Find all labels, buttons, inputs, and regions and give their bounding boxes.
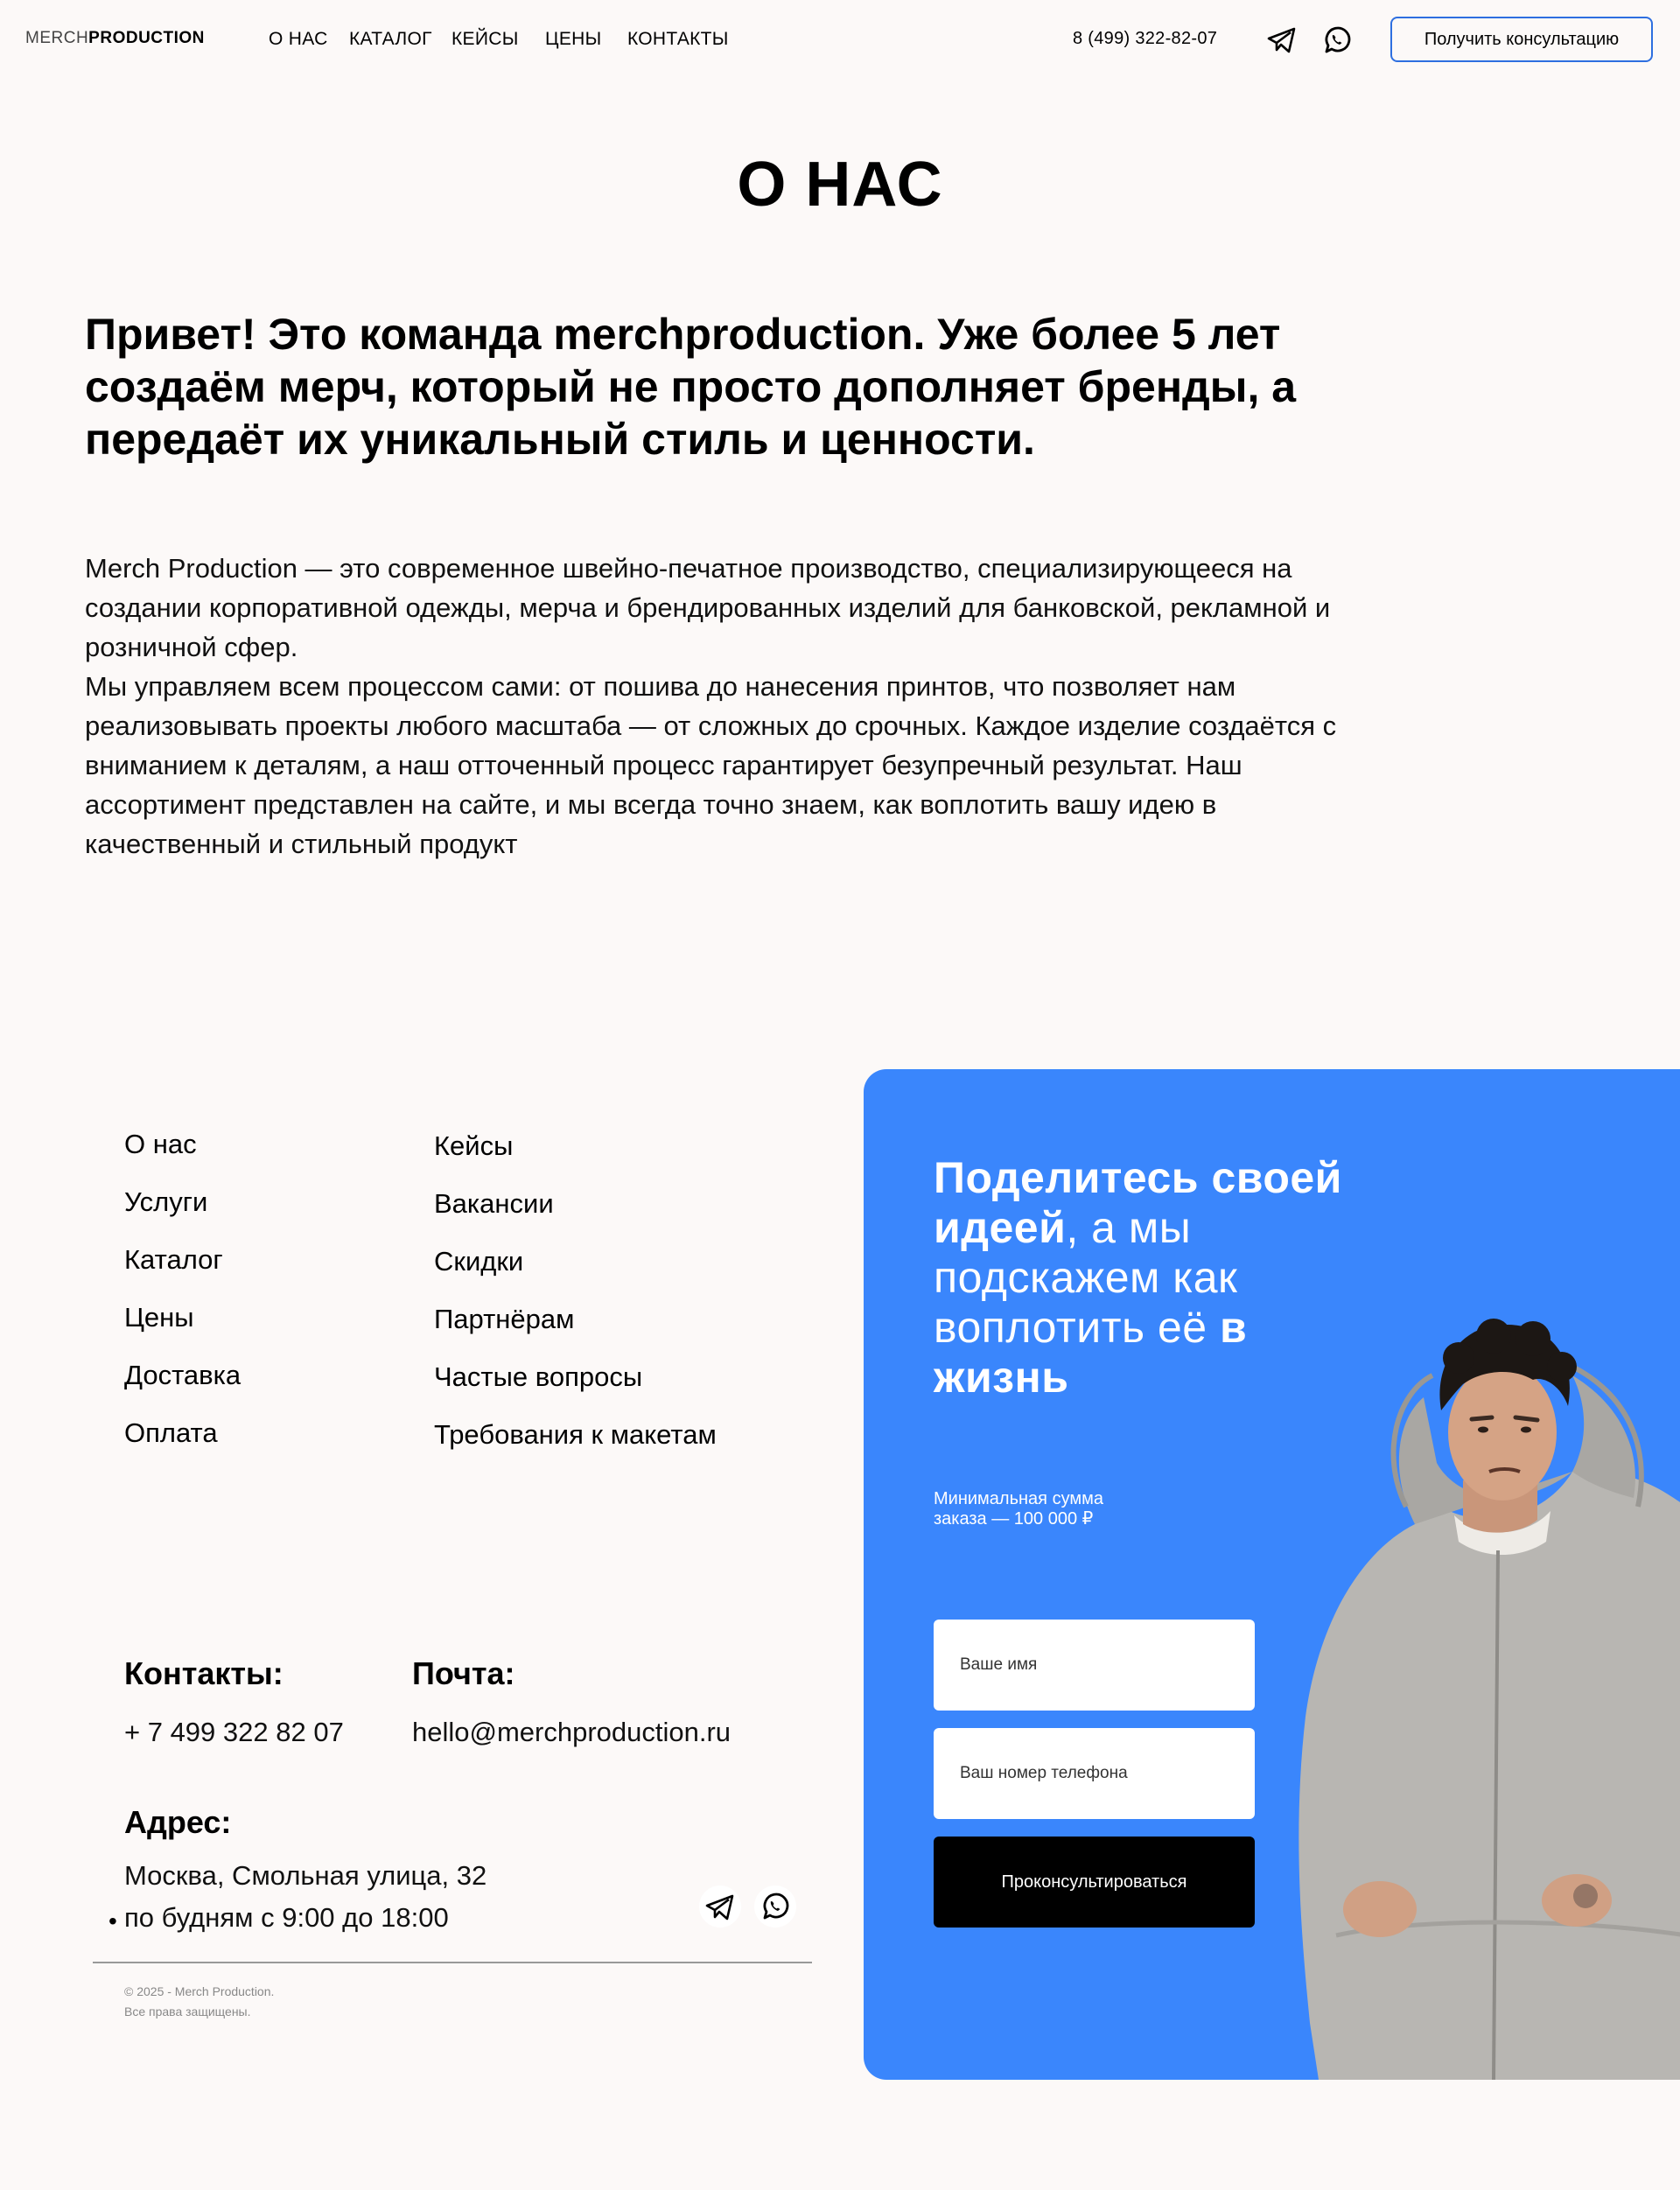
footer-link-payment[interactable]: Оплата xyxy=(124,1416,241,1473)
cta-title-comma: , xyxy=(1066,1203,1079,1252)
nav-catalog[interactable]: КАТАЛОГ xyxy=(349,29,432,50)
copyright-line-1: © 2025 - Merch Production. xyxy=(124,1984,275,1998)
address-label: Адрес: xyxy=(124,1804,232,1840)
footer-links-col-2: Кейсы Вакансии Скидки Партнёрам Частые в… xyxy=(434,1129,717,1475)
model-photo xyxy=(1298,1319,1680,2080)
nav-cases[interactable]: КЕЙСЫ xyxy=(452,29,519,50)
footer-link-discounts[interactable]: Скидки xyxy=(434,1244,717,1302)
about-paragraph-2: Мы управляем всем процессом сами: от пош… xyxy=(85,671,1337,859)
nav-contacts[interactable]: КОНТАКТЫ xyxy=(627,29,729,50)
footer-link-cases[interactable]: Кейсы xyxy=(434,1129,717,1186)
footer-whatsapp-icon[interactable] xyxy=(754,1886,796,1928)
copyright: © 2025 - Merch Production. Все права защ… xyxy=(124,1982,274,2022)
footer-link-catalog[interactable]: Каталог xyxy=(124,1242,241,1300)
footer-link-faq[interactable]: Частые вопросы xyxy=(434,1360,717,1417)
about-body: Merch Production — это современное швейн… xyxy=(85,549,1397,864)
nav-prices[interactable]: ЦЕНЫ xyxy=(545,29,602,50)
consultation-button[interactable]: Получить консультацию xyxy=(1390,17,1653,62)
footer-links-col-1: О нас Услуги Каталог Цены Доставка Оплат… xyxy=(124,1127,241,1473)
contacts-phone[interactable]: + 7 499 322 82 07 xyxy=(124,1717,344,1748)
copyright-line-2: Все права защищены. xyxy=(124,2005,251,2019)
about-lead: Привет! Это команда merchproduction. Уже… xyxy=(85,310,1297,464)
cta-panel: Поделитесь своей идеей, а мы подскажем к… xyxy=(864,1069,1680,2080)
footer-link-about[interactable]: О нас xyxy=(124,1127,241,1185)
logo-light: MERCH xyxy=(25,29,89,47)
logo-bold: PRODUCTION xyxy=(88,29,205,47)
header-phone[interactable]: 8 (499) 322-82-07 xyxy=(1073,29,1217,49)
about-paragraph-1: Merch Production — это современное швейн… xyxy=(85,553,1331,662)
hours-bullet: • xyxy=(108,1907,117,1935)
footer-link-prices[interactable]: Цены xyxy=(124,1300,241,1358)
whatsapp-icon[interactable] xyxy=(1321,24,1353,56)
page-title: О НАС xyxy=(737,150,943,220)
footer-link-partners[interactable]: Партнёрам xyxy=(434,1302,717,1360)
nav-about[interactable]: О НАС xyxy=(269,29,328,50)
footer-link-delivery[interactable]: Доставка xyxy=(124,1358,241,1416)
logo[interactable]: MERCHPRODUCTION xyxy=(25,29,205,48)
address-value: Москва, Смольная улица, 32 xyxy=(124,1860,487,1891)
min-order-note: Минимальная сумма заказа — 100 000 ₽ xyxy=(934,1489,1103,1529)
phone-input[interactable] xyxy=(934,1728,1255,1819)
name-input[interactable] xyxy=(934,1620,1255,1711)
footer-divider xyxy=(93,1962,812,1963)
consult-submit-button[interactable]: Проконсультироваться xyxy=(934,1837,1255,1928)
site-header: MERCHPRODUCTION О НАС КАТАЛОГ КЕЙСЫ ЦЕНЫ… xyxy=(0,0,1680,80)
footer-link-vacancies[interactable]: Вакансии xyxy=(434,1186,717,1244)
working-hours: по будням с 9:00 до 18:00 xyxy=(124,1902,449,1933)
contacts-label: Контакты: xyxy=(124,1655,284,1691)
mail-label: Почта: xyxy=(412,1655,515,1691)
mail-value[interactable]: hello@merchproduction.ru xyxy=(412,1717,731,1748)
telegram-icon[interactable] xyxy=(1266,24,1298,56)
footer-link-layout-requirements[interactable]: Требования к макетам xyxy=(434,1417,717,1475)
footer-telegram-icon[interactable] xyxy=(699,1886,741,1928)
footer-link-services[interactable]: Услуги xyxy=(124,1185,241,1242)
